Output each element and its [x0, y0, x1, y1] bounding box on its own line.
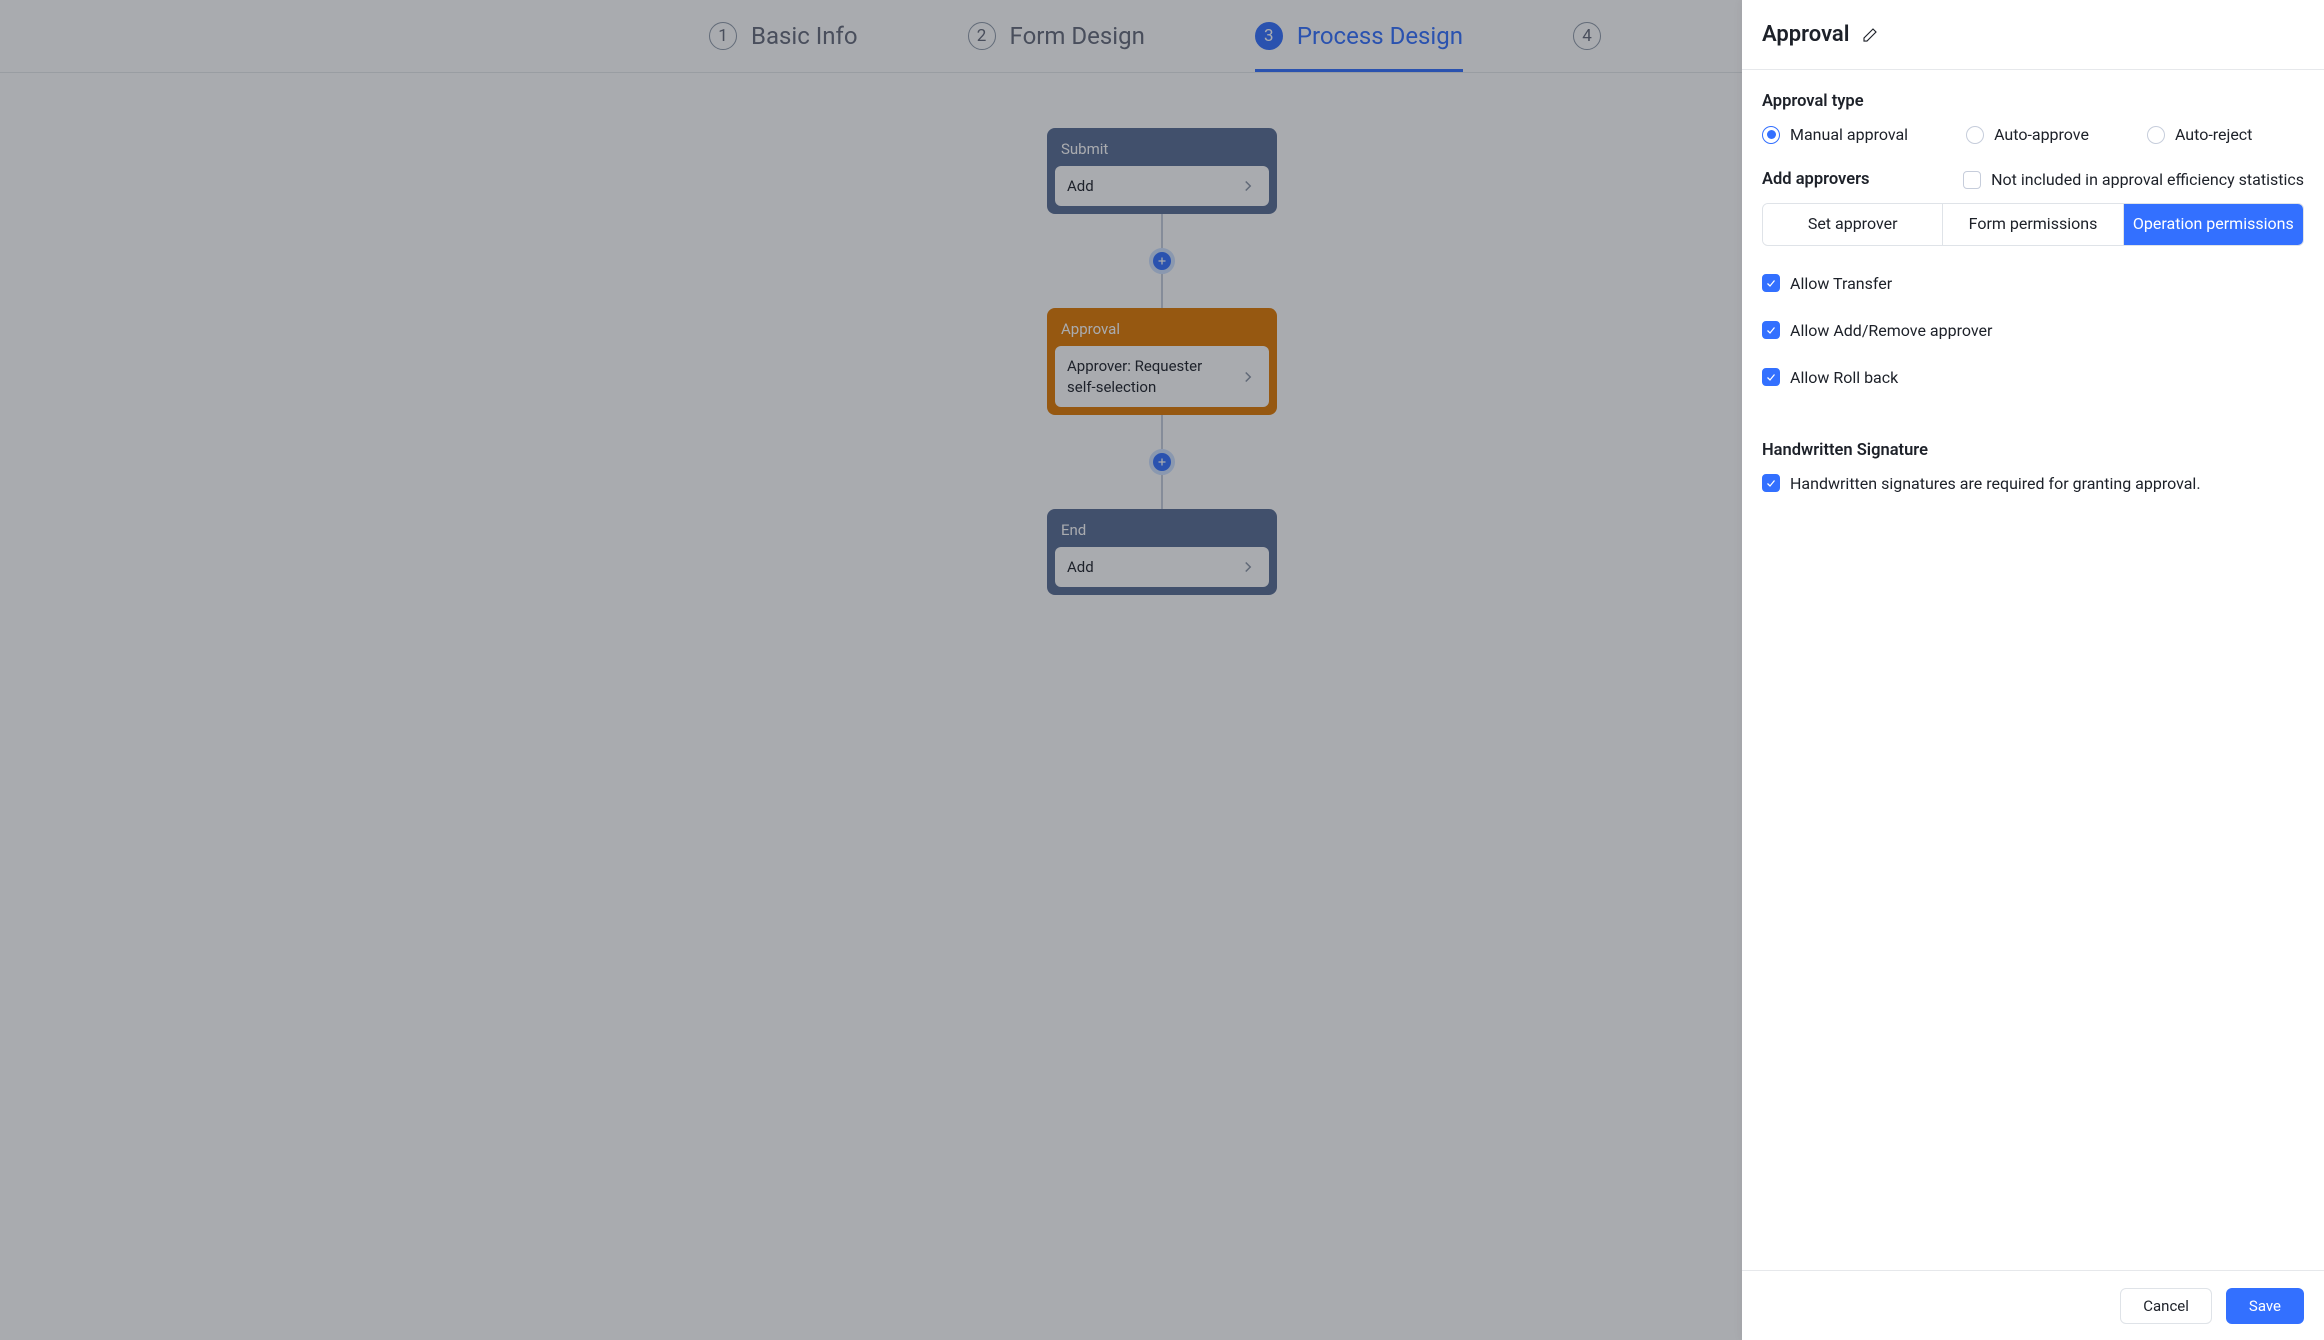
checkbox-allow-add-remove[interactable]: Allow Add/Remove approver — [1762, 321, 2304, 340]
tab-set-approver[interactable]: Set approver — [1763, 204, 1943, 245]
efficiency-stats-checkbox[interactable]: Not included in approval efficiency stat… — [1963, 170, 2304, 189]
checkbox-icon — [1762, 474, 1780, 492]
checkbox-icon — [1762, 274, 1780, 292]
checkbox-icon — [1963, 171, 1981, 189]
handwritten-signature-heading: Handwritten Signature — [1762, 441, 2304, 460]
radio-icon — [2147, 126, 2165, 144]
approval-type-heading: Approval type — [1762, 92, 2304, 111]
cancel-button[interactable]: Cancel — [2120, 1288, 2212, 1324]
checkbox-allow-rollback[interactable]: Allow Roll back — [1762, 368, 2304, 387]
edit-icon[interactable] — [1861, 26, 1879, 44]
tab-operation-permissions[interactable]: Operation permissions — [2124, 204, 2303, 245]
checkbox-label: Handwritten signatures are required for … — [1790, 474, 2201, 493]
radio-icon — [1966, 126, 1984, 144]
save-button[interactable]: Save — [2226, 1288, 2304, 1324]
add-approvers-heading: Add approvers — [1762, 170, 1870, 189]
panel-title: Approval — [1762, 22, 1849, 47]
radio-auto-reject[interactable]: Auto-reject — [2147, 125, 2252, 144]
checkbox-icon — [1762, 368, 1780, 386]
panel-header: Approval — [1742, 0, 2324, 70]
checkbox-allow-transfer[interactable]: Allow Transfer — [1762, 274, 2304, 293]
checkbox-icon — [1762, 321, 1780, 339]
radio-icon — [1762, 126, 1780, 144]
approver-segmented-tabs: Set approver Form permissions Operation … — [1762, 203, 2304, 246]
checkbox-label: Not included in approval efficiency stat… — [1991, 170, 2304, 189]
approval-settings-panel: Approval Approval type Manual approval A… — [1742, 0, 2324, 1340]
radio-label: Auto-approve — [1994, 125, 2089, 144]
radio-label: Manual approval — [1790, 125, 1908, 144]
checkbox-label: Allow Transfer — [1790, 274, 1892, 293]
checkbox-handwritten-signature[interactable]: Handwritten signatures are required for … — [1762, 474, 2304, 493]
panel-body: Approval type Manual approval Auto-appro… — [1742, 70, 2324, 1270]
radio-auto-approve[interactable]: Auto-approve — [1966, 125, 2089, 144]
approval-type-radios: Manual approval Auto-approve Auto-reject — [1762, 125, 2304, 144]
radio-manual-approval[interactable]: Manual approval — [1762, 125, 1908, 144]
operation-permissions-list: Allow Transfer Allow Add/Remove approver… — [1762, 274, 2304, 387]
checkbox-label: Allow Add/Remove approver — [1790, 321, 1992, 340]
panel-footer: Cancel Save — [1742, 1270, 2324, 1340]
checkbox-label: Allow Roll back — [1790, 368, 1898, 387]
tab-form-permissions[interactable]: Form permissions — [1943, 204, 2123, 245]
radio-label: Auto-reject — [2175, 125, 2252, 144]
